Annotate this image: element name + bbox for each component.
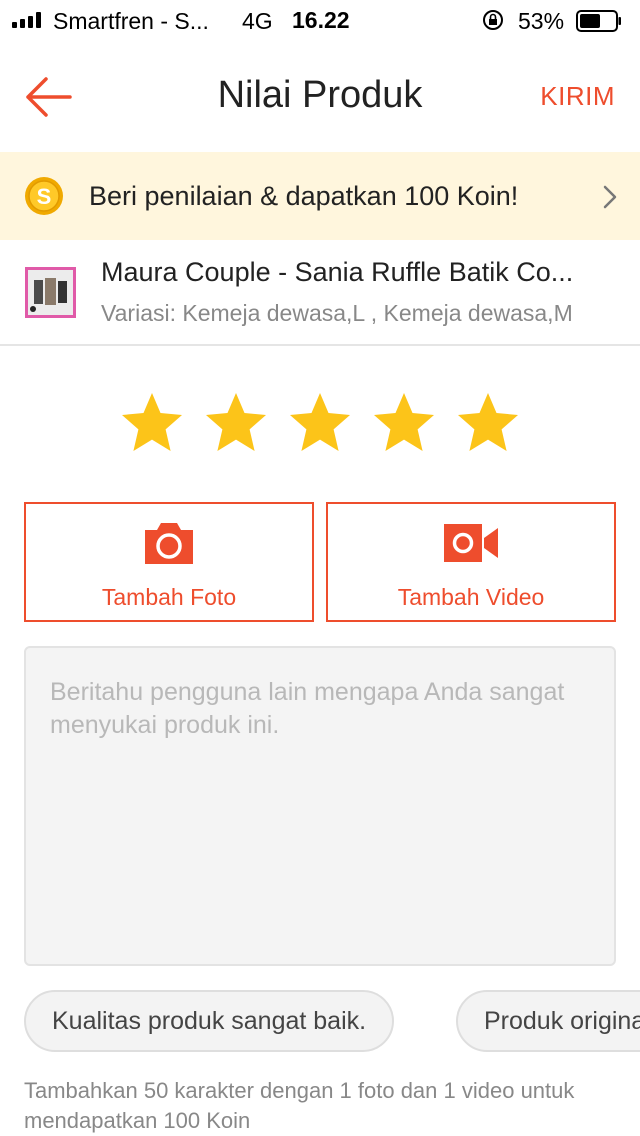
status-bar: Smartfren - S... 4G 16.22 53% (0, 0, 640, 40)
coin-banner-text: Beri penilaian & dapatkan 100 Koin! (89, 181, 519, 211)
nav-header: Nilai Produk KIRIM (0, 40, 640, 152)
review-text-input[interactable] (24, 646, 616, 966)
camera-icon (145, 523, 193, 564)
coin-hint-text: Tambahkan 50 karakter dengan 1 foto dan … (24, 1078, 575, 1133)
product-thumbnail (25, 267, 76, 318)
battery-icon (576, 10, 621, 32)
network-type: 4G (242, 8, 273, 34)
star-rating (0, 390, 640, 460)
signal-icon (12, 12, 41, 28)
rotation-lock-icon (483, 10, 503, 30)
clock: 16.22 (292, 7, 350, 33)
product-row: Maura Couple - Sania Ruffle Batik Co... … (0, 240, 640, 346)
video-camera-icon (444, 524, 498, 562)
product-name: Maura Couple - Sania Ruffle Batik Co... (101, 257, 574, 287)
star-icon[interactable] (371, 390, 437, 456)
battery-percent: 53% (518, 8, 565, 34)
star-icon[interactable] (203, 390, 269, 456)
coin-reward-banner[interactable]: S Beri penilaian & dapatkan 100 Koin! (0, 152, 640, 240)
add-video-button[interactable]: Tambah Video (326, 502, 616, 622)
product-variation: Variasi: Kemeja dewasa,L , Kemeja dewasa… (101, 300, 573, 326)
coin-icon: S (25, 177, 63, 215)
quick-phrase-chip[interactable]: Kualitas produk sangat baik. (24, 990, 395, 1052)
send-button[interactable]: KIRIM (540, 81, 615, 112)
add-photo-button[interactable]: Tambah Foto (24, 502, 314, 622)
star-icon[interactable] (455, 390, 521, 456)
add-video-label: Tambah Video (397, 584, 545, 610)
chevron-right-icon (603, 185, 617, 209)
star-icon[interactable] (287, 390, 353, 456)
quick-phrase-list: Kualitas produk sangat baik. Produk orig… (24, 990, 640, 1052)
carrier-name: Smartfren - S... (53, 8, 209, 34)
svg-text:S: S (37, 184, 52, 209)
quick-phrase-chip[interactable]: Produk original. (456, 990, 640, 1052)
add-photo-label: Tambah Foto (101, 584, 237, 610)
star-icon[interactable] (119, 390, 185, 456)
